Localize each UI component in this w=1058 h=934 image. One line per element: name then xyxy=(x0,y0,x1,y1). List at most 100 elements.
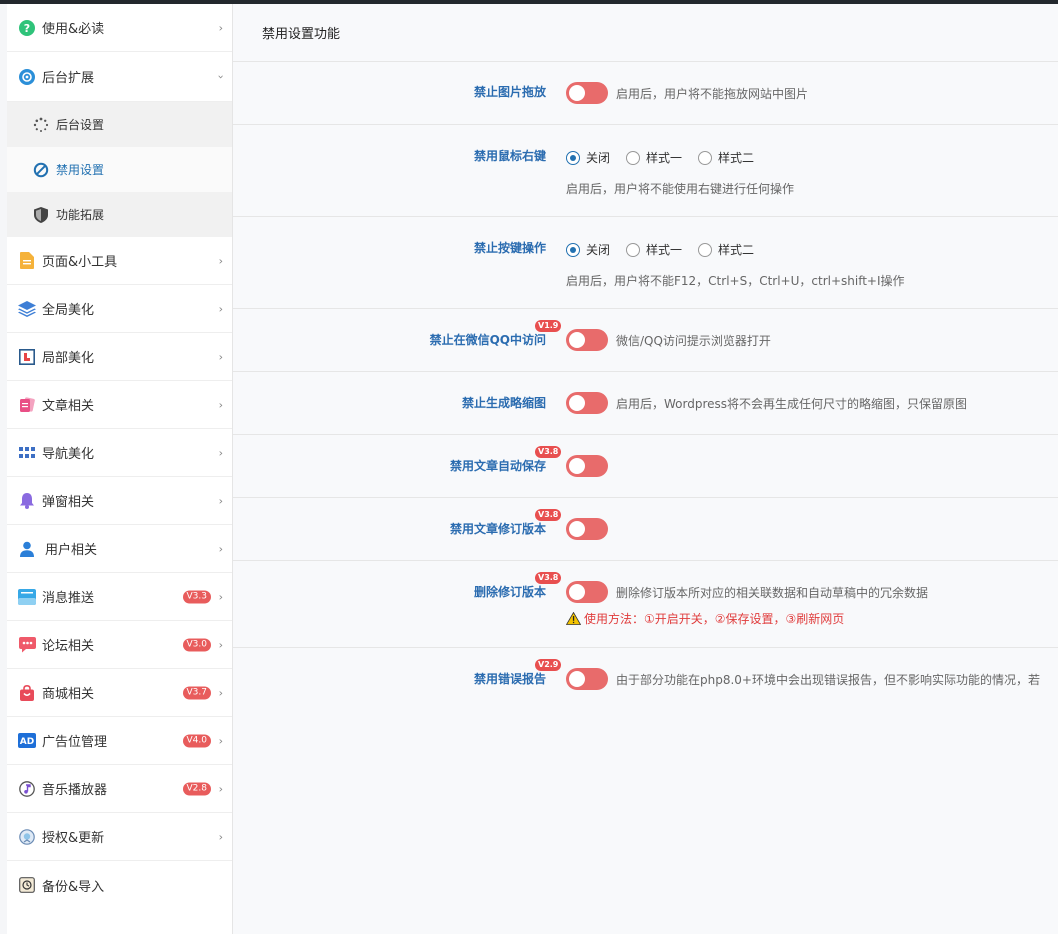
radio-style-two[interactable]: 样式二 xyxy=(698,241,754,258)
setting-row-disable-wechat-qq: 禁止在微信QQ中访问 V1.9 微信/QQ访问提示浏览器打开 xyxy=(233,309,1058,372)
page-title: 禁用设置功能 xyxy=(233,4,1058,62)
setting-row-disable-autosave: 禁用文章自动保存 V3.8 xyxy=(233,435,1058,498)
version-badge: V3.7 xyxy=(182,686,211,699)
radio-dot xyxy=(698,150,713,165)
chevron-right-icon: › xyxy=(218,254,223,267)
version-badge: V2.9 xyxy=(535,659,562,671)
disable-error-report-toggle[interactable] xyxy=(566,668,608,690)
sidebar-item-nav-beautify[interactable]: 导航美化 › xyxy=(7,429,232,477)
radio-off[interactable]: 关闭 xyxy=(566,241,610,258)
warning-text: 使用方法：①开启开关，②保存设置，③刷新网页 xyxy=(584,612,845,626)
user-icon xyxy=(18,540,36,558)
chevron-right-icon: › xyxy=(218,590,223,603)
version-badge: V3.8 xyxy=(535,572,562,584)
usage-warning: 使用方法：①开启开关，②保存设置，③刷新网页 xyxy=(566,610,844,627)
chevron-right-icon: › xyxy=(218,398,223,411)
sidebar-item-shop[interactable]: 商城相关 V3.7 › xyxy=(7,669,232,717)
radio-off[interactable]: 关闭 xyxy=(566,149,610,166)
submenu-item-label: 功能拓展 xyxy=(56,208,105,222)
setting-label: 禁止图片拖放 xyxy=(473,85,546,99)
radio-label: 关闭 xyxy=(586,151,611,165)
disable-thumbnails-toggle[interactable] xyxy=(566,392,608,414)
sidebar-item-label: 用户相关 xyxy=(45,543,98,558)
sidebar-item-label: 授权&更新 xyxy=(42,831,105,846)
chevron-right-icon: › xyxy=(218,638,223,651)
setting-label: 禁用文章修订版本 xyxy=(449,522,546,536)
message-icon xyxy=(18,588,36,606)
warning-icon xyxy=(566,612,581,625)
sidebar-item-articles[interactable]: 文章相关 › xyxy=(7,381,232,429)
setting-label: 禁止生成略缩图 xyxy=(461,396,546,410)
version-badge: V3.0 xyxy=(182,638,211,651)
setting-row-disable-thumbnails: 禁止生成略缩图 启用后，Wordpress将不会再生成任何尺寸的略缩图，只保留原… xyxy=(233,372,1058,435)
delete-revisions-toggle[interactable] xyxy=(566,581,608,603)
backup-icon xyxy=(18,876,36,894)
ad-icon: AD xyxy=(18,732,36,750)
sidebar-item-users[interactable]: 用户相关 › xyxy=(7,525,232,573)
loader-icon xyxy=(33,117,49,133)
chevron-right-icon: › xyxy=(218,21,223,34)
sidebar-item-forum[interactable]: 论坛相关 V3.0 › xyxy=(7,621,232,669)
sidebar-item-popups[interactable]: 弹窗相关 › xyxy=(7,477,232,525)
setting-description: 删除修订版本所对应的相关联数据和自动草稿中的冗余数据 xyxy=(616,586,929,600)
right-click-radio-group: 关闭 样式一 样式二 xyxy=(566,149,770,166)
sidebar-item-usage[interactable]: ? 使用&必读 › xyxy=(7,4,232,52)
version-badge: V4.0 xyxy=(182,734,211,747)
radio-dot xyxy=(626,242,641,257)
submenu-item-disable-settings[interactable]: 禁用设置 xyxy=(7,147,232,192)
bell-icon xyxy=(18,492,36,510)
sidebar-item-label: 使用&必读 xyxy=(42,22,105,37)
sidebar-item-message-push[interactable]: 消息推送 V3.3 › xyxy=(7,573,232,621)
sidebar-item-local-beautify[interactable]: 局部美化 › xyxy=(7,333,232,381)
chevron-right-icon: › xyxy=(218,302,223,315)
gear-badge-icon xyxy=(18,68,36,86)
badge-icon xyxy=(18,828,36,846)
setting-description: 微信/QQ访问提示浏览器打开 xyxy=(616,334,771,348)
disable-revisions-toggle[interactable] xyxy=(566,518,608,540)
sidebar-item-backend[interactable]: 后台扩展 › xyxy=(7,52,232,102)
setting-description: 启用后，用户将不能拖放网站中图片 xyxy=(616,87,809,101)
sidebar-item-ad-management[interactable]: AD 广告位管理 V4.0 › xyxy=(7,717,232,765)
sidebar-item-backup-import[interactable]: 备份&导入 xyxy=(7,861,232,909)
sidebar-item-license-update[interactable]: 授权&更新 › xyxy=(7,813,232,861)
svg-text:AD: AD xyxy=(20,737,34,747)
setting-label: 删除修订版本 xyxy=(473,585,546,599)
sidebar-item-label: 广告位管理 xyxy=(42,735,108,750)
radio-dot xyxy=(626,150,641,165)
radio-style-one[interactable]: 样式一 xyxy=(626,241,682,258)
disable-image-drag-toggle[interactable] xyxy=(566,82,608,104)
radio-style-two[interactable]: 样式二 xyxy=(698,149,754,166)
version-badge: V1.9 xyxy=(535,320,562,332)
sidebar-item-music-player[interactable]: 音乐播放器 V2.8 › xyxy=(7,765,232,813)
sidebar-item-pages-widgets[interactable]: 页面&小工具 › xyxy=(7,237,232,285)
sidebar-item-label: 后台扩展 xyxy=(42,71,95,86)
setting-label: 禁止在微信QQ中访问 xyxy=(429,333,546,347)
submenu-item-backend-settings[interactable]: 后台设置 xyxy=(7,102,232,147)
disable-wechat-qq-toggle[interactable] xyxy=(566,329,608,351)
setting-row-disable-keys: 禁止按键操作 关闭 样式一 样式二 启用后，用户将不能F12，Ctrl+S，Ct… xyxy=(233,217,1058,309)
shield-icon xyxy=(33,206,49,223)
keys-radio-group: 关闭 样式一 样式二 xyxy=(566,241,770,258)
version-badge: V2.8 xyxy=(182,782,211,795)
document-icon xyxy=(18,252,36,270)
radio-dot xyxy=(566,242,580,257)
chevron-right-icon: › xyxy=(218,782,223,795)
setting-row-disable-right-click: 禁用鼠标右键 关闭 样式一 样式二 启用后，用户将不能使用右键进行任何操作 xyxy=(233,125,1058,217)
submenu-item-feature-extension[interactable]: 功能拓展 xyxy=(7,192,232,237)
sidebar-item-global-beautify[interactable]: 全局美化 › xyxy=(7,285,232,333)
sidebar-item-label: 页面&小工具 xyxy=(42,255,118,270)
radio-label: 样式二 xyxy=(718,151,755,165)
setting-label: 禁用文章自动保存 xyxy=(449,459,546,473)
setting-label: 禁止按键操作 xyxy=(473,241,546,255)
layers-icon xyxy=(18,300,36,318)
setting-row-disable-image-drag: 禁止图片拖放 启用后，用户将不能拖放网站中图片 xyxy=(233,62,1058,125)
chevron-right-icon: › xyxy=(218,350,223,363)
radio-label: 关闭 xyxy=(586,243,611,257)
radio-style-one[interactable]: 样式一 xyxy=(626,149,682,166)
sidebar-item-label: 全局美化 xyxy=(42,303,95,318)
setting-row-disable-error-report: 禁用错误报告 V2.9 由于部分功能在php8.0+环境中会出现错误报告，但不影… xyxy=(233,648,1058,711)
chevron-down-icon: › xyxy=(214,74,228,79)
frame-icon xyxy=(18,348,36,366)
disable-autosave-toggle[interactable] xyxy=(566,455,608,477)
setting-row-disable-revisions: 禁用文章修订版本 V3.8 xyxy=(233,498,1058,561)
